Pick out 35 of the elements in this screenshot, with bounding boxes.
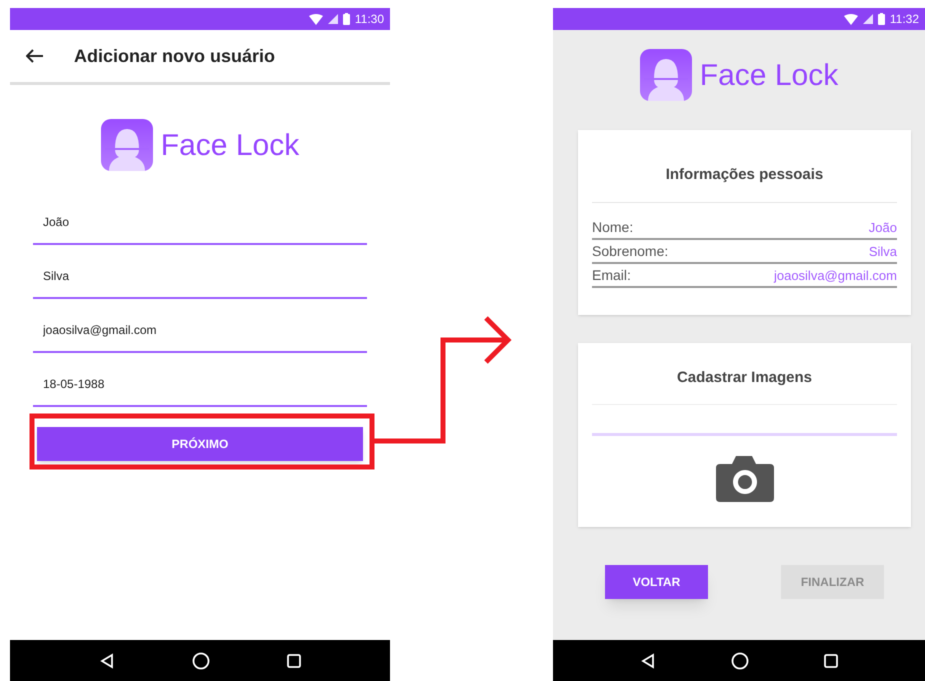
- face-logo-icon: [640, 49, 692, 101]
- recents-icon[interactable]: [287, 654, 302, 668]
- input-field[interactable]: João: [33, 191, 367, 245]
- recents-icon[interactable]: [824, 654, 838, 668]
- back-icon[interactable]: [98, 652, 115, 668]
- field-value: joaosilva@gmail.com: [774, 267, 897, 285]
- back-arrow-icon[interactable]: [26, 49, 44, 63]
- camera-icon[interactable]: [716, 456, 774, 502]
- face-logo-icon: [100, 119, 153, 171]
- action-button[interactable]: VOLTAR: [605, 565, 708, 599]
- card-title: Cadastrar Imagens: [676, 368, 814, 388]
- app-name: Face Lock: [160, 128, 300, 164]
- card-title: Informações pessoais: [664, 165, 824, 185]
- field-value: João: [868, 219, 897, 237]
- status-time: 11:32: [890, 11, 919, 28]
- input-field[interactable]: joaosilva@gmail.com: [33, 299, 367, 353]
- next-button[interactable]: PRÓXIMO: [37, 427, 363, 461]
- app-name: Face Lock: [700, 58, 838, 94]
- signal-icon: [862, 14, 873, 24]
- signal-icon: [328, 14, 338, 24]
- field-label: Sobrenome:: [592, 242, 668, 260]
- back-icon[interactable]: [640, 652, 656, 668]
- wifi-icon: [844, 14, 858, 24]
- field-label: Email:: [592, 266, 631, 284]
- field-value: Silva: [868, 243, 897, 261]
- input-field[interactable]: Silva: [33, 245, 367, 299]
- home-icon[interactable]: [192, 652, 210, 670]
- wifi-icon: [308, 14, 323, 24]
- field-label: Nome:: [592, 218, 634, 236]
- screen-title: Adicionar novo usuário: [74, 44, 276, 68]
- battery-icon: [878, 13, 885, 25]
- input-field[interactable]: 18-05-1988: [33, 353, 367, 407]
- home-icon[interactable]: [730, 652, 749, 670]
- status-time: 11:30: [354, 11, 384, 28]
- battery-icon: [342, 13, 350, 25]
